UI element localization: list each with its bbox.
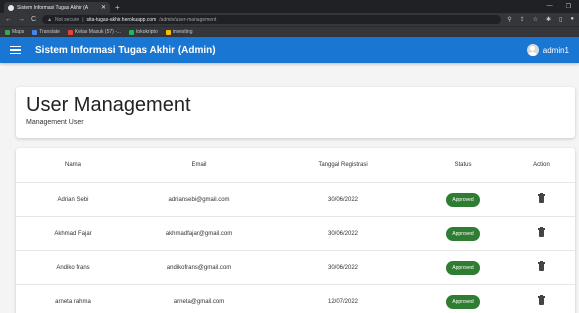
- forward-icon[interactable]: →: [18, 16, 25, 23]
- status-badge[interactable]: Approved: [446, 260, 480, 275]
- investing-icon: [165, 29, 171, 35]
- cell-nama: Adrian Sebi: [57, 196, 89, 203]
- new-tab-icon[interactable]: +: [115, 3, 120, 12]
- url-path: /admin/user-management: [159, 16, 217, 23]
- bookmark-translate[interactable]: Translate: [32, 29, 60, 35]
- back-icon[interactable]: ←: [5, 16, 12, 23]
- status-badge[interactable]: Approved: [446, 294, 480, 309]
- cell-tanggal: 30/06/2022: [327, 196, 359, 203]
- app-title: Sistem Informasi Tugas Akhir (Admin): [35, 44, 216, 56]
- reload-icon[interactable]: C: [31, 16, 36, 23]
- cell-nama: arneta rahma: [55, 298, 91, 305]
- url-scheme: Not secure: [55, 16, 80, 23]
- status-badge[interactable]: Approved: [446, 226, 480, 241]
- minimize-icon[interactable]: —: [547, 3, 553, 10]
- cell-nama: Akhmad Fajar: [54, 230, 92, 237]
- user-table: Nama Email Tanggal Registrasi Status Act…: [16, 148, 575, 313]
- cell-action: [508, 193, 575, 205]
- cell-email: akhmadfajar@gmail.com: [165, 230, 233, 237]
- column-header-nama: Nama: [64, 162, 81, 168]
- cell-action: [508, 295, 575, 307]
- cell-email: andikofrans@gmail.com: [166, 264, 232, 271]
- trash-icon[interactable]: [538, 227, 545, 237]
- username: admin1: [542, 45, 569, 55]
- maps-icon: [5, 29, 10, 35]
- column-header-action: Action: [533, 162, 550, 168]
- cell-email: adriansebi@gmail.com: [168, 196, 230, 203]
- trash-icon[interactable]: [538, 295, 545, 305]
- trash-icon[interactable]: [538, 261, 545, 271]
- cell-action: [508, 261, 575, 273]
- tokokripto-icon: [129, 29, 135, 35]
- bookmark-tokokripto[interactable]: tokokripto: [129, 29, 158, 35]
- extensions-icon[interactable]: ✱: [546, 16, 551, 23]
- trash-icon[interactable]: [538, 193, 545, 203]
- bookmark-classroom[interactable]: Kelas Masuk (57) -...: [67, 29, 122, 35]
- tab-title: Sistem Informasi Tugas Akhir (A: [17, 4, 89, 11]
- user-menu[interactable]: admin1: [526, 44, 569, 56]
- tab-close-icon[interactable]: ✕: [101, 4, 106, 11]
- maximize-icon[interactable]: ❐: [566, 3, 571, 10]
- bookmark-label: investing: [172, 29, 193, 35]
- gmail-icon: [67, 29, 73, 35]
- cell-tanggal: 30/06/2022: [327, 264, 359, 271]
- column-header-tanggal: Tanggal Registrasi: [318, 162, 368, 168]
- tab-favicon-icon: [8, 4, 14, 11]
- page-title: User Management: [26, 94, 191, 116]
- bookmark-label: Maps: [12, 29, 25, 35]
- status-badge[interactable]: Approved: [446, 192, 480, 207]
- cell-email: arneta@gmail.com: [173, 298, 225, 305]
- table-row: Andiko frans andikofrans@gmail.com 30/06/2…: [16, 250, 575, 284]
- profile-icon[interactable]: ●: [570, 16, 574, 23]
- page-header-card: User Management Management User: [16, 87, 575, 138]
- warning-icon: ▲: [47, 16, 53, 23]
- cell-action: [508, 227, 575, 239]
- url-host: sita-tugas-akhir.herokuapp.com: [86, 16, 157, 23]
- url-separator: |: [82, 16, 84, 23]
- bookmarks-bar: Maps Translate Kelas Masuk (57) -... tok…: [0, 26, 579, 37]
- toolbar-actions: ⚲ ⇪ ☆ ✱ ▯ ●: [507, 16, 574, 23]
- window-controls: — ❐: [547, 3, 579, 10]
- column-header-status: Status: [454, 162, 472, 168]
- bookmark-star-icon[interactable]: ☆: [533, 16, 538, 23]
- cell-status: Approved: [418, 192, 508, 207]
- cell-tanggal: 12/07/2022: [327, 298, 359, 305]
- bookmark-maps[interactable]: Maps: [5, 29, 24, 35]
- translate-icon: [32, 29, 38, 35]
- cell-tanggal: 30/06/2022: [327, 230, 359, 237]
- bookmark-label: tokokripto: [136, 29, 158, 35]
- cell-status: Approved: [418, 260, 508, 275]
- hamburger-menu-icon[interactable]: [10, 45, 21, 55]
- table-row: Adrian Sebi adriansebi@gmail.com 30/06/202…: [16, 182, 575, 216]
- browser-toolbar: ← → C ▲ Not secure | sita-tugas-akhir.he…: [0, 13, 579, 26]
- table-row: arneta rahma arneta@gmail.com 12/07/2022 Ap…: [16, 284, 575, 313]
- cell-status: Approved: [418, 294, 508, 309]
- cell-status: Approved: [418, 226, 508, 241]
- browser-tabstrip: Sistem Informasi Tugas Akhir (A ✕ + — ❐: [0, 0, 579, 13]
- share-icon[interactable]: ⇪: [520, 16, 525, 23]
- table-body: Adrian Sebi adriansebi@gmail.com 30/06/202…: [16, 182, 575, 313]
- zoom-icon[interactable]: ⚲: [507, 16, 511, 23]
- bookmark-label: Kelas Masuk (57) -...: [74, 29, 122, 35]
- bookmark-investing[interactable]: investing: [165, 29, 193, 35]
- cell-nama: Andiko frans: [56, 264, 90, 271]
- table-header: Nama Email Tanggal Registrasi Status Act…: [16, 148, 575, 182]
- column-header-email: Email: [191, 162, 207, 168]
- address-bar[interactable]: ▲ Not secure | sita-tugas-akhir.herokuap…: [42, 15, 502, 24]
- page-subtitle: Management User: [26, 119, 84, 126]
- bookmark-label: Translate: [39, 29, 60, 35]
- avatar-icon: [526, 44, 539, 56]
- browser-tab[interactable]: Sistem Informasi Tugas Akhir (A ✕: [4, 2, 110, 13]
- table-row: Akhmad Fajar akhmadfajar@gmail.com 30/06/2…: [16, 216, 575, 250]
- app-bar: Sistem Informasi Tugas Akhir (Admin) adm…: [0, 37, 579, 63]
- sidepanel-icon[interactable]: ▯: [559, 16, 562, 23]
